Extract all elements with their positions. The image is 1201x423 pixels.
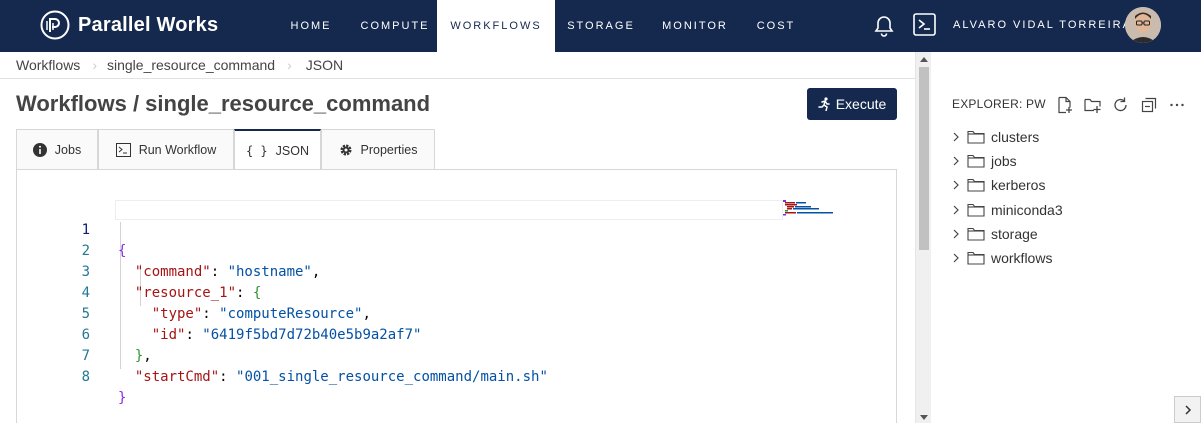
scroll-down-arrow-icon[interactable]	[920, 415, 928, 420]
code-line: 6 },	[17, 304, 897, 364]
json-key: "startCmd"	[134, 369, 220, 385]
parallel-works-logo-icon	[40, 10, 70, 40]
json-value: "001_single_resource_command/main.sh"	[236, 369, 548, 385]
folder-item-storage[interactable]: storage	[949, 223, 1038, 245]
workflow-tabs: Jobs Run Workflow { } JSON Properties	[16, 129, 435, 170]
tab-run-workflow[interactable]: Run Workflow	[98, 129, 234, 169]
avatar[interactable]	[1125, 7, 1161, 43]
chevron-right-icon	[953, 205, 959, 215]
code-line: 1 {	[17, 199, 897, 259]
user-name[interactable]: ALVARO VIDAL TORREIRA	[953, 19, 1132, 31]
folder-label: jobs	[991, 153, 1017, 169]
tab-json[interactable]: { } JSON	[234, 129, 321, 170]
folder-label: miniconda3	[991, 202, 1063, 218]
page-scrollbar[interactable]	[915, 52, 931, 423]
folder-icon	[967, 130, 985, 144]
tab-label: JSON	[275, 143, 310, 158]
nav-cost[interactable]: COST	[743, 0, 809, 52]
breadcrumb-workflow-name[interactable]: single_resource_command	[97, 52, 287, 79]
user-photo-icon	[1125, 7, 1161, 43]
refresh-icon[interactable]	[1112, 96, 1130, 114]
nav-workflows[interactable]: WORKFLOWS	[437, 0, 555, 52]
nav-monitor[interactable]: MONITOR	[647, 0, 743, 52]
scroll-thumb[interactable]	[919, 67, 929, 250]
collapse-all-icon[interactable]	[1140, 96, 1158, 114]
breadcrumb-json: JSON	[305, 57, 344, 73]
json-editor[interactable]: 1 { 2 "command": "hostname", 3 "resource…	[16, 169, 897, 423]
chevron-right-icon	[953, 229, 959, 239]
folder-item-workflows[interactable]: workflows	[949, 247, 1052, 269]
folder-icon	[967, 203, 985, 217]
info-icon	[32, 142, 47, 157]
running-person-icon	[817, 97, 830, 111]
brand-logo[interactable]: Parallel Works	[40, 10, 218, 40]
folder-label: kerberos	[991, 177, 1046, 193]
terminal-icon	[115, 142, 131, 157]
folder-icon	[967, 154, 985, 168]
code-line: 4 "type": "computeResource",	[17, 262, 897, 322]
execute-button[interactable]: Execute	[807, 88, 897, 120]
explorer-title: EXPLORER: PW	[952, 97, 1046, 111]
bell-icon[interactable]	[874, 15, 894, 37]
folder-item-jobs[interactable]: jobs	[949, 150, 1017, 172]
scroll-up-arrow-icon[interactable]	[920, 57, 928, 62]
folder-item-kerberos[interactable]: kerberos	[949, 174, 1045, 196]
folder-label: workflows	[991, 250, 1053, 266]
breadcrumb: Workflows › single_resource_command › JS…	[0, 52, 915, 79]
new-file-icon[interactable]	[1056, 96, 1074, 114]
chevron-right-icon	[1184, 404, 1191, 415]
breadcrumb-workflows[interactable]: Workflows	[0, 52, 92, 79]
nav-storage[interactable]: STORAGE	[555, 0, 647, 52]
nav-compute[interactable]: COMPUTE	[353, 0, 437, 52]
code-line: 8 }	[17, 346, 897, 406]
folder-icon	[967, 227, 985, 241]
chevron-right-icon	[953, 156, 959, 166]
new-folder-icon[interactable]	[1084, 96, 1102, 114]
folder-icon	[967, 251, 985, 265]
chevron-right-icon	[953, 180, 959, 190]
tab-jobs[interactable]: Jobs	[16, 129, 98, 169]
editor-minimap[interactable]	[783, 200, 835, 216]
top-navbar: Parallel Works HOME COMPUTE WORKFLOWS ST…	[0, 0, 1201, 52]
tab-label: Run Workflow	[138, 142, 217, 157]
tab-label: Jobs	[54, 142, 82, 157]
page-title: Workflows / single_resource_command	[16, 91, 431, 116]
chevron-right-icon	[953, 132, 959, 142]
folder-item-clusters[interactable]: clusters	[949, 126, 1039, 148]
file-explorer-panel: EXPLORER: PW clusters jobs kerberos mini…	[931, 52, 1201, 423]
braces-icon: { }	[245, 143, 268, 158]
folder-label: clusters	[991, 129, 1040, 145]
panel-toggle-button[interactable]	[1174, 396, 1201, 423]
gear-icon	[340, 144, 351, 155]
tab-label: Properties	[360, 142, 418, 157]
main-nav: HOME COMPUTE WORKFLOWS STORAGE MONITOR C…	[269, 0, 809, 52]
tab-properties[interactable]: Properties	[321, 129, 435, 169]
code-line: 5 "id": "6419f5bd7d72b40e5b9a2af7"	[17, 283, 897, 343]
brand-name: Parallel Works	[78, 13, 219, 36]
folder-icon	[967, 178, 985, 192]
terminal-icon[interactable]	[913, 13, 936, 36]
code-line: 7 "startCmd": "001_single_resource_comma…	[17, 325, 897, 385]
code-line: 3 "resource_1": {	[17, 241, 897, 301]
code-line: 2 "command": "hostname",	[17, 220, 897, 280]
folder-label: storage	[991, 226, 1038, 242]
nav-home[interactable]: HOME	[269, 0, 353, 52]
chevron-right-icon	[953, 253, 959, 263]
line-number: 8	[81, 369, 90, 385]
more-options-icon[interactable]	[1168, 96, 1186, 114]
execute-label: Execute	[835, 96, 887, 112]
folder-item-miniconda3[interactable]: miniconda3	[949, 199, 1063, 221]
